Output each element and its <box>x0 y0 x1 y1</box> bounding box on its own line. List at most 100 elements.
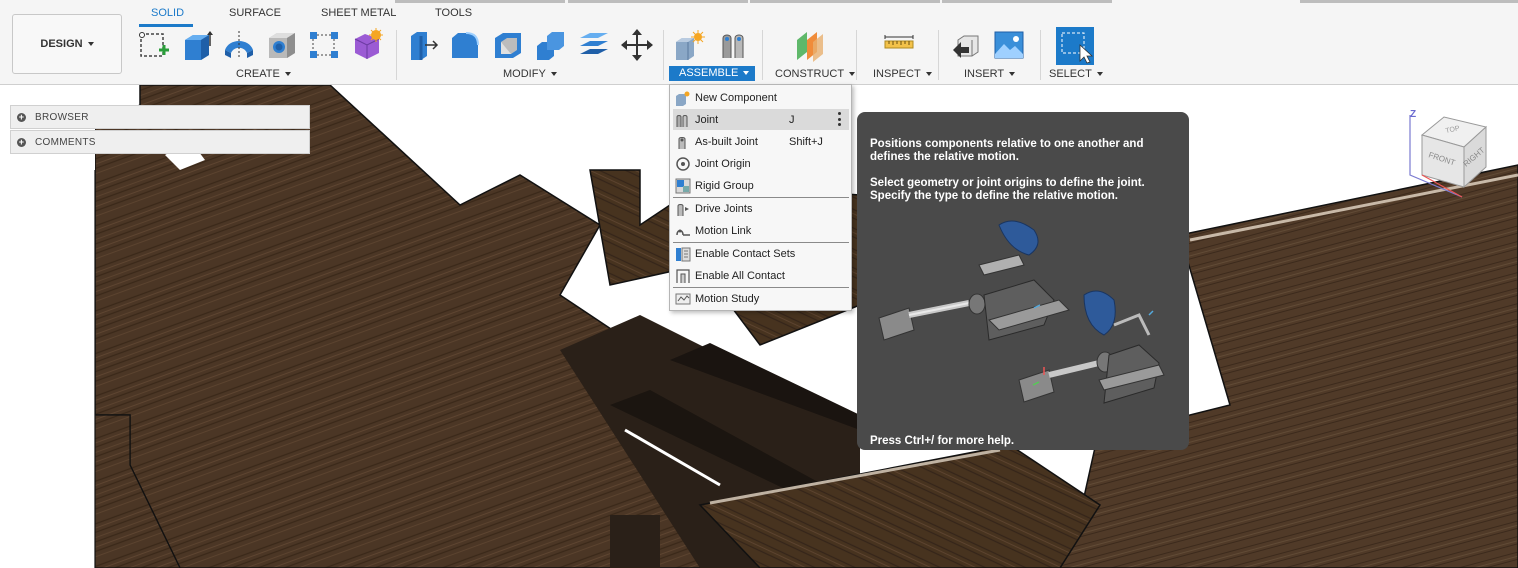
menu-item-label: Motion Link <box>695 224 752 237</box>
inspect-menu[interactable]: INSPECT <box>873 68 932 80</box>
tab-tools[interactable]: TOOLS <box>435 7 472 19</box>
motion-link-icon <box>675 223 691 239</box>
move-icon <box>621 29 653 61</box>
menu-item-joint-origin[interactable]: Joint Origin <box>673 153 849 174</box>
browser-panel: + BROWSER + COMMENTS <box>10 105 310 155</box>
window-top-strip <box>0 0 1518 3</box>
assemble-dropdown-menu: New Component Joint J As-built Joint Shi… <box>669 84 852 311</box>
offset-face-button[interactable] <box>577 28 611 62</box>
measure-button[interactable] <box>882 28 916 62</box>
create-form-icon <box>354 28 383 59</box>
workspace-switcher-button[interactable]: DESIGN <box>12 14 122 74</box>
menu-item-drive-joints[interactable]: Drive Joints <box>673 198 849 219</box>
revolve-button[interactable] <box>222 28 256 62</box>
motion-study-icon <box>675 291 691 307</box>
menu-item-label: Joint Origin <box>695 157 751 170</box>
create-sketch-icon <box>139 32 169 57</box>
toolbar-separator <box>938 30 939 80</box>
assemble-menu-button[interactable]: ASSEMBLE <box>669 66 756 81</box>
pattern-button[interactable] <box>307 28 341 62</box>
construct-menu[interactable]: CONSTRUCT <box>775 68 856 80</box>
menu-item-enable-contact-sets[interactable]: Enable Contact Sets <box>673 243 849 264</box>
browser-label: BROWSER <box>35 111 89 123</box>
joint-origin-icon <box>675 156 691 172</box>
tab-sheet-metal[interactable]: SHEET METAL <box>321 7 396 19</box>
canvas-button[interactable] <box>992 28 1026 62</box>
view-cube-icon: TOP FRONT RIGHT Z <box>1409 109 1488 198</box>
joint-illustration <box>878 220 1165 404</box>
menu-item-label: Motion Study <box>695 292 760 305</box>
select-button[interactable] <box>1056 27 1094 65</box>
fillet-button[interactable] <box>448 28 482 62</box>
toolbar-separator <box>1040 30 1041 80</box>
tab-solid[interactable]: SOLID <box>151 7 184 19</box>
enable-all-contact-icon <box>675 268 691 284</box>
expand-plus-icon[interactable]: + <box>17 137 26 147</box>
menu-item-shortcut: J <box>789 113 795 126</box>
menu-item-label: Joint <box>695 113 719 126</box>
chevron-down-icon <box>743 71 750 76</box>
toolbar-separator <box>856 30 857 80</box>
browser-row[interactable]: + BROWSER <box>10 105 310 129</box>
pattern-icon <box>310 32 338 58</box>
offset-face-icon <box>580 33 608 54</box>
menu-item-as-built-joint[interactable]: As-built Joint Shift+J <box>673 131 849 152</box>
chevron-down-icon <box>87 42 94 46</box>
modify-menu[interactable]: MODIFY <box>503 68 557 80</box>
as-built-joint-icon <box>675 134 691 150</box>
measure-icon <box>884 35 914 49</box>
menu-item-label: Enable All Contact <box>695 269 785 282</box>
menu-item-label: As-built Joint <box>695 135 758 148</box>
menu-item-motion-study[interactable]: Motion Study <box>673 288 849 309</box>
chevron-down-icon <box>849 72 856 77</box>
insert-menu[interactable]: INSERT <box>964 68 1016 80</box>
menu-item-shortcut: Shift+J <box>789 135 823 148</box>
select-menu[interactable]: SELECT <box>1049 68 1103 80</box>
select-label: SELECT <box>1049 68 1092 80</box>
create-form-button[interactable] <box>350 28 384 62</box>
comments-label: COMMENTS <box>35 136 96 148</box>
extrude-button[interactable] <box>180 28 214 62</box>
create-label: CREATE <box>236 68 280 80</box>
press-pull-button[interactable] <box>405 28 439 62</box>
chevron-down-icon <box>925 72 932 77</box>
offset-plane-icon <box>797 32 823 62</box>
joint-button[interactable] <box>717 28 751 62</box>
move-copy-button[interactable] <box>620 28 654 62</box>
new-component-button[interactable] <box>673 28 707 62</box>
new-component-icon <box>675 90 691 106</box>
comments-row[interactable]: + COMMENTS <box>10 130 310 154</box>
tab-surface[interactable]: SURFACE <box>229 7 281 19</box>
menu-item-joint[interactable]: Joint J <box>673 109 849 130</box>
tooltip-description-line: defines the relative motion. <box>870 151 1019 163</box>
offset-plane-button[interactable] <box>793 28 827 62</box>
chevron-down-icon <box>550 72 557 77</box>
toolbar-separator <box>663 30 664 80</box>
menu-item-new-component[interactable]: New Component <box>673 87 849 108</box>
expand-plus-icon[interactable]: + <box>17 112 26 122</box>
insert-derive-button[interactable] <box>950 28 984 62</box>
chevron-down-icon <box>1096 72 1103 77</box>
menu-item-motion-link[interactable]: Motion Link <box>673 220 849 241</box>
press-pull-icon <box>411 32 439 60</box>
tooltip-help-footer: Press Ctrl+/ for more help. <box>870 435 1015 447</box>
create-sketch-button[interactable] <box>137 28 171 62</box>
tooltip-instruction-line: Specify the type to define the relative … <box>870 190 1118 202</box>
workspace-label: DESIGN <box>40 38 83 50</box>
enable-contact-sets-icon <box>675 246 691 262</box>
view-cube[interactable]: TOP FRONT RIGHT Z <box>1402 105 1494 205</box>
shell-button[interactable] <box>491 28 525 62</box>
new-component-icon <box>676 30 705 60</box>
menu-item-rigid-group[interactable]: Rigid Group <box>673 175 849 196</box>
menu-item-enable-all-contact[interactable]: Enable All Contact <box>673 265 849 286</box>
hole-button[interactable] <box>265 28 299 62</box>
tooltip-instruction-line: Select geometry or joint origins to defi… <box>870 177 1145 189</box>
create-menu[interactable]: CREATE <box>236 68 291 80</box>
combine-button[interactable] <box>534 28 568 62</box>
insert-label: INSERT <box>964 68 1005 80</box>
rigid-group-icon <box>675 178 691 194</box>
menu-item-label: New Component <box>695 91 777 104</box>
hole-icon <box>269 33 295 58</box>
revolve-icon <box>225 31 253 59</box>
more-options-icon[interactable] <box>837 112 841 126</box>
